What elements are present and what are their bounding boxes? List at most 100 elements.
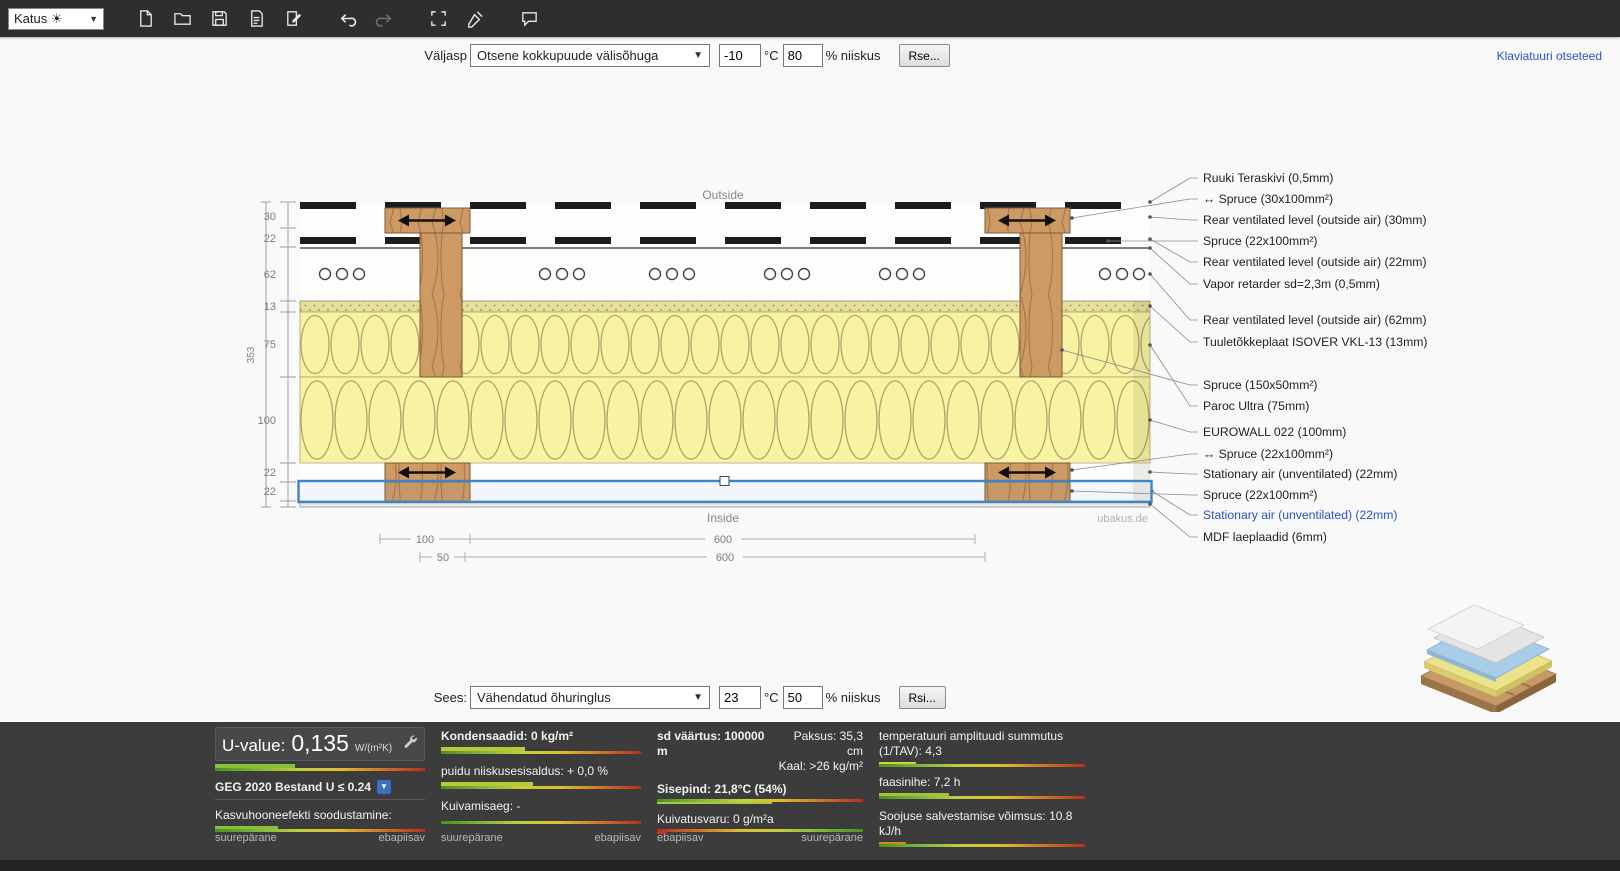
outside-humidity-unit: % niiskus — [826, 48, 881, 63]
geg-requirement-row: GEG 2020 Bestand U ≤ 0.24 ▼ — [215, 780, 425, 800]
insulation-edge-shadow — [1133, 301, 1150, 507]
inside-circulation-value: Vähendatud õhuringlus — [477, 690, 611, 705]
component-select[interactable]: Katus ☀ ▼ — [8, 8, 104, 30]
pipette-icon[interactable] — [462, 6, 488, 32]
geg-requirement-label: GEG 2020 Bestand U ≤ 0.24 — [215, 780, 371, 794]
construction-cross-section: Outside — [240, 150, 1460, 580]
weight-label: Kaal: >26 kg/m² — [779, 759, 863, 773]
selected-layer-handle[interactable] — [720, 477, 729, 486]
phase-shift-gauge — [879, 793, 1085, 798]
layer-label[interactable]: Spruce (22x100mm²) — [1203, 234, 1317, 248]
rse-button[interactable]: Rse... — [899, 44, 950, 67]
layer-label[interactable]: Rear ventilated level (outside air) (22m… — [1203, 255, 1427, 269]
layer-label[interactable]: Ruuki Teraskivi (0,5mm) — [1203, 171, 1333, 185]
main-toolbar: Katus ☀ ▼ — [0, 0, 1620, 37]
layer-label[interactable]: Stationary air (unventilated) (22mm) — [1203, 467, 1397, 481]
svg-text:600: 600 — [716, 552, 734, 564]
inside-humidity-input[interactable] — [783, 686, 823, 709]
redo-icon[interactable] — [371, 6, 397, 32]
chevron-down-icon: ▼ — [89, 14, 98, 24]
outside-conditions-bar: Väljasp Otsene kokkupuude välisõhuga ▼ °… — [421, 44, 950, 67]
layer-label[interactable]: Vapor retarder sd=2,3m (0,5mm) — [1203, 277, 1380, 291]
svg-text:22: 22 — [264, 233, 276, 245]
drying-reserve-label: Kuivatusvaru: 0 g/m²a — [657, 812, 863, 827]
layer-label[interactable]: EUROWALL 022 (100mm) — [1203, 425, 1346, 439]
construction-3d-preview[interactable] — [1396, 584, 1571, 712]
save-icon[interactable] — [206, 6, 232, 32]
inside-humidity-unit: % niiskus — [826, 690, 881, 705]
svg-text:100: 100 — [258, 415, 276, 427]
drying-time-label: Kuivamisaeg: - — [441, 799, 641, 814]
layer-label[interactable]: Spruce (150x50mm²) — [1203, 378, 1317, 392]
u-value-label: U-value: — [222, 736, 285, 756]
undo-icon[interactable] — [334, 6, 360, 32]
inside-label: Sees: — [421, 690, 467, 705]
layer-label[interactable]: Rear ventilated level (outside air) (62m… — [1203, 313, 1427, 327]
svg-text:22: 22 — [264, 486, 276, 498]
export-pdf-icon[interactable] — [243, 6, 269, 32]
results-panel: U-value: 0,135 W/(m²K) GEG 2020 Bestand … — [0, 722, 1620, 871]
layer-label[interactable]: ↔ Spruce (30x100mm²) — [1203, 192, 1333, 206]
layer-label-selected[interactable]: Stationary air (unventilated) (22mm) — [1203, 508, 1397, 522]
total-thickness-label: 353 — [246, 346, 257, 363]
wrench-icon[interactable] — [402, 733, 418, 754]
svg-text:600: 600 — [714, 534, 732, 546]
rsi-button[interactable]: Rsi... — [899, 686, 946, 709]
tav-label: temperatuuri amplituudi summutus (1/TAV)… — [879, 729, 1085, 759]
inside-temp-unit: °C — [764, 690, 779, 705]
layer-eurowall[interactable] — [300, 377, 1150, 463]
results-col-thermal: temperatuuri amplituudi summutus (1/TAV)… — [879, 727, 1085, 847]
left-dimension-values: 30 22 62 13 75 100 22 22 — [258, 211, 276, 498]
bottom-dimension-lines — [380, 534, 985, 562]
layer-label[interactable]: Paroc Ultra (75mm) — [1203, 399, 1309, 413]
tav-gauge — [879, 762, 1085, 767]
inner-surface-gauge — [657, 800, 863, 802]
keyboard-shortcuts-link[interactable]: Klaviatuuri otseteed — [1497, 49, 1602, 63]
sd-thickness-row: sd väärtus: 100000 m Paksus: 35,3 cm Kaa… — [657, 729, 863, 774]
greenhouse-gauge — [215, 826, 425, 833]
u-value-unit: W/(m²K) — [355, 743, 392, 754]
inside-conditions-bar: Sees: Vähendatud õhuringlus ▼ °C % niisk… — [421, 686, 946, 709]
svg-text:22: 22 — [264, 467, 276, 479]
layer-label[interactable]: Spruce (22x100mm²) — [1203, 488, 1317, 502]
u-value-gauge — [215, 764, 425, 771]
heat-storage-label: Soojuse salvestamise võimsus: 10.8 kJ/h — [879, 809, 1085, 839]
comment-icon[interactable] — [516, 6, 542, 32]
inner-surface-label: Sisepind: 21,8°C (54%) — [657, 782, 863, 797]
svg-text:50: 50 — [437, 552, 449, 564]
thickness-label: Paksus: 35,3 cm — [794, 729, 863, 758]
results-col-uvalue: U-value: 0,135 W/(m²K) GEG 2020 Bestand … — [215, 727, 425, 847]
svg-text:30: 30 — [264, 211, 276, 223]
outside-temperature-input[interactable] — [719, 44, 761, 67]
geg-dropdown-icon[interactable]: ▼ — [377, 780, 391, 794]
scale-labels-reversed: ebapiisav suurepärane — [657, 832, 863, 847]
left-dimension-lines — [261, 202, 296, 507]
outside-contact-select[interactable]: Otsene kokkupuude välisõhuga ▼ — [470, 44, 710, 67]
component-select-value: Katus ☀ — [14, 11, 63, 27]
bottom-dimension-values: 100 600 50 600 — [411, 532, 743, 564]
results-col-surface: sd väärtus: 100000 m Paksus: 35,3 cm Kaa… — [657, 727, 863, 847]
open-folder-icon[interactable] — [169, 6, 195, 32]
fit-view-icon[interactable] — [425, 6, 451, 32]
outside-side-label: Outside — [702, 188, 744, 202]
layer-label[interactable]: ↔ Spruce (22x100mm²) — [1203, 447, 1333, 461]
wood-moisture-gauge — [441, 782, 641, 789]
heat-storage-gauge — [879, 842, 1085, 847]
scale-labels: suurepärane ebapiisav — [215, 832, 425, 847]
new-document-icon[interactable] — [132, 6, 158, 32]
drying-time-gauge — [441, 817, 641, 824]
outside-label: Väljasp — [421, 48, 467, 63]
layer-label[interactable]: MDF laeplaadid (6mm) — [1203, 530, 1327, 544]
svg-text:75: 75 — [264, 339, 276, 351]
inside-temperature-input[interactable] — [719, 686, 761, 709]
outside-humidity-input[interactable] — [783, 44, 823, 67]
annotate-icon[interactable] — [280, 6, 306, 32]
sd-value-label: sd väärtus: 100000 m — [657, 729, 776, 774]
phase-shift-label: faasinihe: 7,2 h — [879, 775, 1085, 790]
outside-contact-value: Otsene kokkupuude välisõhuga — [477, 48, 658, 63]
chevron-down-icon: ▼ — [693, 50, 703, 61]
inside-circulation-select[interactable]: Vähendatud õhuringlus ▼ — [470, 686, 710, 709]
layer-label[interactable]: Rear ventilated level (outside air) (30m… — [1203, 213, 1427, 227]
greenhouse-label: Kasvuhooneefekti soodustamine: — [215, 808, 425, 823]
layer-label[interactable]: Tuuletõkkeplaat ISOVER VKL-13 (13mm) — [1203, 335, 1427, 349]
